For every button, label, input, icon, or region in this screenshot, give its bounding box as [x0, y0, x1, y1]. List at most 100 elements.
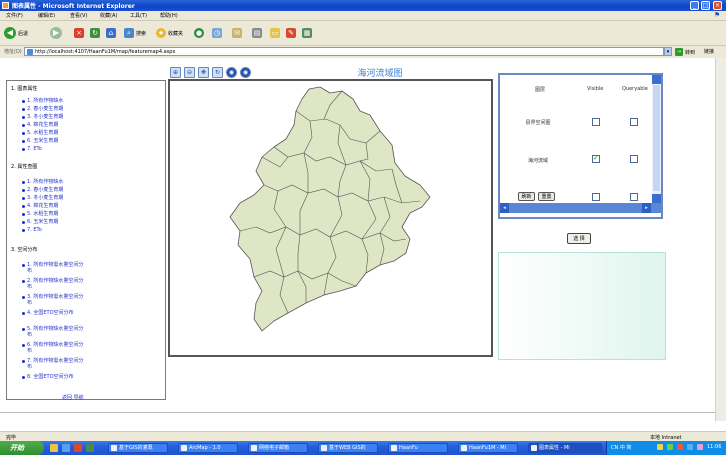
taskbar-item[interactable]: HaanFu: [388, 443, 448, 453]
minimize-button[interactable]: _: [690, 1, 699, 10]
messenger-button[interactable]: ▦: [302, 26, 312, 40]
sidebar-link[interactable]: 5. 水稻生育期: [22, 130, 87, 136]
page-vertical-scrollbar[interactable]: [715, 58, 726, 421]
tray-icon[interactable]: [687, 444, 693, 450]
quicklaunch-icon[interactable]: [62, 444, 70, 452]
sidebar-link[interactable]: 1. 所有作物缺水: [22, 179, 87, 185]
menu-view[interactable]: 查看(V): [70, 12, 87, 19]
favorites-button[interactable]: ★ 收藏夹: [156, 26, 183, 40]
sidebar-link[interactable]: 1. 所有作物需水量空间分布: [22, 262, 87, 274]
maximize-button[interactable]: □: [701, 1, 710, 10]
map-view[interactable]: [168, 79, 493, 357]
sidebar-link[interactable]: 1. 所有作物缺水: [22, 98, 87, 104]
menu-favorites[interactable]: 收藏(A): [100, 12, 117, 19]
layer-queryable-checkbox[interactable]: [630, 118, 638, 126]
sidebar-link[interactable]: 2. 春小麦生育期: [22, 106, 87, 112]
pan-icon[interactable]: ✥: [198, 67, 209, 78]
history-button[interactable]: ◷: [212, 26, 222, 40]
taskbar-item-active[interactable]: 图表属性 - Mi: [528, 443, 602, 453]
forward-button[interactable]: ▶: [50, 26, 62, 40]
zoom-out-icon[interactable]: ⊖: [184, 67, 195, 78]
layers-horizontal-scrollbar[interactable]: ◂ ▸: [500, 203, 661, 213]
ime-indicator[interactable]: CN 中 简: [611, 444, 631, 451]
sidebar-link[interactable]: 6. 所有作物缺水量空间分布: [22, 342, 87, 354]
folder-button[interactable]: ▭: [270, 26, 280, 40]
page-divider: [0, 412, 715, 413]
sidebar-link[interactable]: 8. 全国ETO空间分布: [22, 374, 87, 380]
sidebar-link[interactable]: 4. 全国ETO空间分布: [22, 310, 87, 316]
layer-name: 海河流域: [527, 158, 548, 164]
taskbar-item[interactable]: 网络电子邮箱: [248, 443, 308, 453]
sidebar-link[interactable]: 3. 所有作物需水量空间分布: [22, 294, 87, 306]
full-extent-icon[interactable]: ◉: [226, 67, 237, 78]
sidebar-link[interactable]: 2. 春小麦生育期: [22, 187, 87, 193]
scroll-thumb[interactable]: [653, 85, 660, 191]
windows-logo-icon: ⚑: [708, 11, 726, 20]
scroll-left-icon[interactable]: ◂: [500, 203, 509, 213]
taskbar-item-label: 网络电子邮箱: [259, 445, 290, 451]
sidebar-link[interactable]: 3. 冬小麦生育期: [22, 114, 87, 120]
sidebar-link[interactable]: 4. 棉花生育期: [22, 203, 87, 209]
layer-queryable-checkbox[interactable]: [630, 155, 638, 163]
start-button[interactable]: 开始: [0, 441, 44, 455]
sidebar-link[interactable]: 4. 棉花生育期: [22, 122, 87, 128]
sidebar-link[interactable]: 6. 玉米生育期: [22, 219, 87, 225]
scroll-up-icon[interactable]: [652, 75, 661, 84]
sidebar-link[interactable]: 7. ETo: [22, 227, 87, 233]
sidebar-link[interactable]: 7. 所有作物需水量空间分布: [22, 358, 87, 370]
sidebar-link[interactable]: 3. 冬小麦生育期: [22, 195, 87, 201]
sidebar-link[interactable]: 5. 水稻生育期: [22, 211, 87, 217]
identify-icon[interactable]: ◉: [240, 67, 251, 78]
taskbar-item[interactable]: 基于GIS的灌溉: [108, 443, 168, 453]
tray-icon[interactable]: [667, 444, 673, 450]
taskbar: 开始 基于GIS的灌溉 ArcMap - 1.0 网络电子邮箱 基于WEB GI…: [0, 441, 726, 455]
taskbar-item[interactable]: HaanFu1M - Mi: [458, 443, 518, 453]
print-button[interactable]: ▤: [252, 26, 262, 40]
refresh-button[interactable]: ↻: [90, 26, 100, 40]
layer-visible-checkbox[interactable]: [592, 193, 600, 201]
scroll-down-icon[interactable]: [652, 194, 661, 203]
close-button[interactable]: ×: [713, 1, 722, 10]
taskbar-item[interactable]: 基于WEB GIS的: [318, 443, 378, 453]
forward-arrow-icon: ▶: [50, 27, 62, 39]
layers-vertical-scrollbar[interactable]: [652, 75, 661, 203]
quicklaunch-icon[interactable]: [74, 444, 82, 452]
taskbar-item[interactable]: ArcMap - 1.0: [178, 443, 238, 453]
go-button[interactable]: → 转到: [675, 47, 699, 57]
media-button[interactable]: ●: [194, 26, 204, 40]
refresh-layers-button[interactable]: 刷新: [518, 192, 535, 201]
edit-button[interactable]: ✎: [286, 26, 296, 40]
layer-queryable-checkbox[interactable]: [630, 193, 638, 201]
sidebar-link[interactable]: 6. 玉米生育期: [22, 138, 87, 144]
refresh-icon[interactable]: ↻: [212, 67, 223, 78]
home-button[interactable]: ⌂: [106, 26, 116, 40]
back-button[interactable]: ◀ 后退: [4, 26, 28, 40]
address-input[interactable]: http://localhost:4107/HaanFu1M/map/featu…: [24, 47, 664, 56]
menu-help[interactable]: 帮助(H): [160, 12, 178, 19]
quicklaunch-icon[interactable]: [86, 444, 94, 452]
menu-file[interactable]: 文件(F): [6, 12, 23, 19]
scroll-right-icon[interactable]: ▸: [642, 203, 651, 213]
layer-visible-checkbox[interactable]: [592, 118, 600, 126]
reset-layers-button[interactable]: 重置: [538, 192, 555, 201]
sidebar-footer-link[interactable]: 返回 导航: [62, 394, 84, 401]
sidebar-link[interactable]: 2. 所有作物缺水量空间分布: [22, 278, 87, 290]
tray-icon[interactable]: [697, 444, 703, 450]
sidebar-link[interactable]: 7. ETo: [22, 146, 87, 152]
tray-icon[interactable]: [657, 444, 663, 450]
menu-tools[interactable]: 工具(T): [130, 12, 147, 19]
select-button[interactable]: 选 择: [567, 233, 591, 244]
zone-text: 本地 Intranet: [650, 435, 682, 441]
layer-visible-checkbox[interactable]: [592, 154, 600, 163]
zoom-in-icon[interactable]: ⊕: [170, 67, 181, 78]
task-icon: [391, 445, 397, 451]
mail-button[interactable]: ✉: [232, 26, 242, 40]
sidebar-link[interactable]: 5. 所有作物缺水量空间分布: [22, 326, 87, 338]
menu-edit[interactable]: 编辑(E): [38, 12, 55, 19]
quicklaunch-icon[interactable]: [50, 444, 58, 452]
tray-icon[interactable]: [677, 444, 683, 450]
search-button[interactable]: ⌕ 搜索: [124, 26, 146, 40]
stop-button[interactable]: ×: [74, 26, 84, 40]
links-label[interactable]: 链接: [704, 48, 714, 55]
address-dropdown[interactable]: ▾: [664, 47, 672, 56]
